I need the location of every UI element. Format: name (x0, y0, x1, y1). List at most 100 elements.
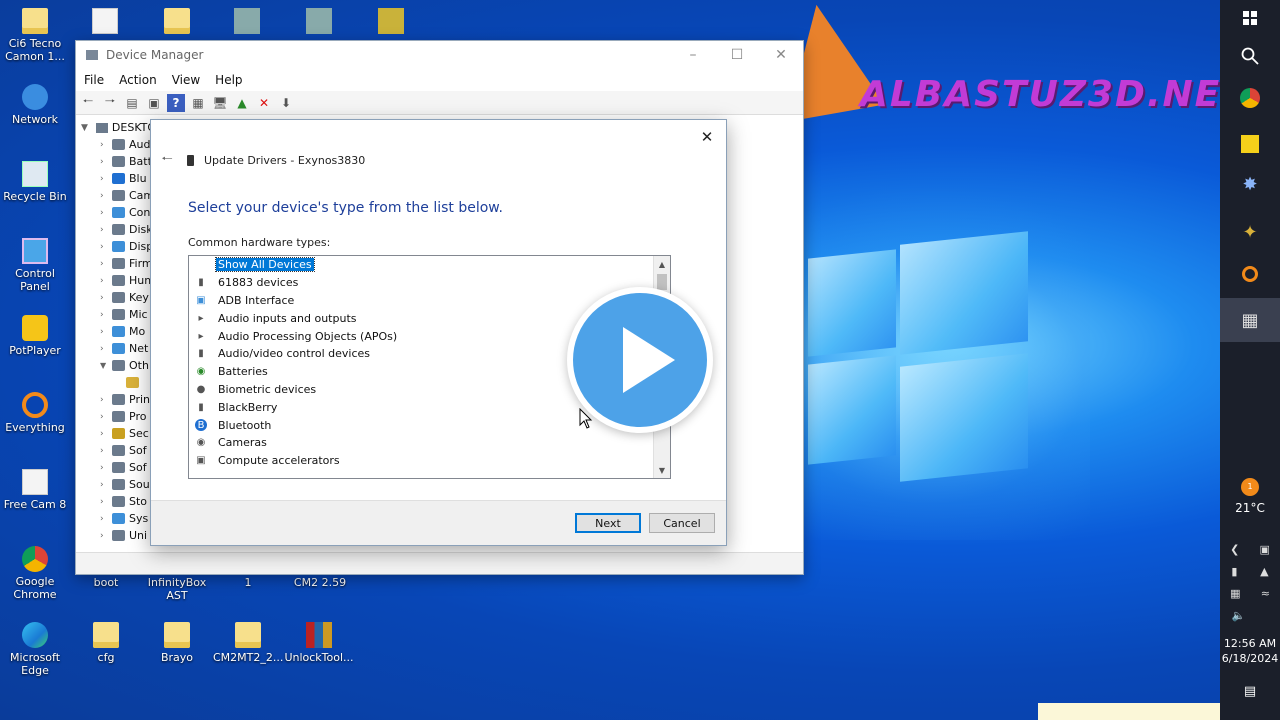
desktop-icon-everything[interactable]: Everything (0, 392, 70, 434)
start-windows-icon[interactable] (1220, 0, 1280, 36)
minimize-button[interactable]: – (671, 41, 715, 69)
list-item-show-all[interactable]: Show All Devices (189, 256, 670, 274)
network-tool-icon[interactable]: ✸ (1220, 166, 1280, 202)
desktop-icon-recycle-bin[interactable]: Recycle Bin (0, 161, 70, 203)
tree-item[interactable]: › Key (76, 289, 156, 306)
weather-widget[interactable]: 1 21°C (1220, 478, 1280, 515)
tree-root[interactable]: ▼ DESKTO (81, 121, 156, 134)
desktop-icon-boot[interactable]: boot (71, 576, 141, 589)
tree-item[interactable]: › Sto (76, 493, 156, 510)
next-button[interactable]: Next (575, 513, 641, 533)
tree-item[interactable]: › Disp (76, 238, 156, 255)
chrome-taskbar-icon[interactable] (1220, 80, 1280, 116)
desktop-icon-top-4[interactable] (212, 8, 282, 37)
scroll-down-icon[interactable]: ▼ (654, 462, 670, 478)
desktop-icon-top-6[interactable] (356, 8, 426, 37)
notification-center-icon[interactable]: ▤ (1220, 684, 1280, 699)
tree-item[interactable]: › Cam (76, 187, 156, 204)
cancel-button[interactable]: Cancel (649, 513, 715, 533)
chevron-left-icon[interactable]: ❮ (1230, 543, 1239, 556)
details-icon[interactable]: ▦ (189, 94, 207, 112)
tray-network-icon[interactable]: ▦ (1230, 587, 1240, 600)
forward-arrow-icon[interactable]: 🠒 (101, 94, 119, 112)
tree-item[interactable]: › Sou (76, 476, 156, 493)
tree-item[interactable]: › Prin (76, 391, 156, 408)
free-cam-icon (22, 469, 48, 495)
tree-item[interactable]: › Sof (76, 459, 156, 476)
menu-view[interactable]: View (172, 73, 200, 87)
app-icon (306, 8, 332, 34)
scroll-thumb[interactable] (657, 274, 667, 290)
close-button[interactable]: ✕ (759, 41, 803, 69)
menu-help[interactable]: Help (215, 73, 242, 87)
desktop-icon-top-5[interactable] (284, 8, 354, 37)
desktop-icon-top-3[interactable] (142, 8, 212, 37)
list-item[interactable]: ◉ Cameras (189, 434, 670, 452)
menu-bar: File Action View Help (76, 69, 803, 91)
tree-item[interactable]: › Blu (76, 170, 156, 187)
tree-item-unknown-device[interactable] (76, 374, 156, 391)
scroll-up-icon[interactable]: ▲ (654, 256, 670, 272)
tree-item[interactable]: › Firm (76, 255, 156, 272)
desktop-icon-tecno[interactable]: Ci6 Tecno Camon 1... (0, 8, 70, 63)
desktop-icon-brayo[interactable]: Brayo (142, 622, 212, 664)
desktop-icon-cm2mt2[interactable]: CM2MT2_2... (213, 622, 283, 664)
sticky-notes-icon[interactable] (1220, 126, 1280, 162)
tool-app-icon[interactable]: ✦ (1220, 214, 1280, 250)
tray-app-icon[interactable]: ▣ (1260, 543, 1270, 556)
menu-action[interactable]: Action (119, 73, 157, 87)
tree-item[interactable]: › Con (76, 204, 156, 221)
desktop-icon-unlocktool[interactable]: UnlockTool... (284, 622, 354, 664)
microphone-icon[interactable]: ▲ (1260, 565, 1268, 578)
tree-item[interactable]: › Batt (76, 153, 156, 170)
tree-item[interactable]: › Pro (76, 408, 156, 425)
desktop-icon-edge[interactable]: Microsoft Edge (0, 622, 70, 677)
download-icon[interactable]: ⬇ (277, 94, 295, 112)
tree-item[interactable]: ▼ Oth (76, 357, 156, 374)
tree-item[interactable]: › Uni (76, 527, 156, 544)
desktop-icon-potplayer[interactable]: PotPlayer (0, 315, 70, 357)
app-icon (378, 8, 404, 34)
desktop-icon-cfg[interactable]: cfg (71, 622, 141, 664)
desktop-icon-1[interactable]: 1 (213, 576, 283, 589)
tree-item[interactable]: › Sec (76, 425, 156, 442)
tree-item[interactable]: › Mic (76, 306, 156, 323)
volume-icon[interactable]: 🔈 (1232, 609, 1246, 622)
tree-item[interactable]: › Net (76, 340, 156, 357)
help-icon[interactable]: ? (167, 93, 185, 112)
search-icon[interactable] (1220, 38, 1280, 74)
uninstall-x-icon[interactable]: ✕ (255, 94, 273, 112)
update-driver-icon[interactable]: ▲ (233, 94, 251, 112)
tree-item[interactable]: › Mo (76, 323, 156, 340)
maximize-button[interactable]: ☐ (715, 41, 759, 69)
tree-item[interactable]: › Aud (76, 136, 156, 153)
desktop-icon-network[interactable]: Network (0, 84, 70, 126)
adb-monitor-icon: ▣ (196, 294, 206, 306)
window-title: Device Manager (106, 48, 204, 62)
tree-item[interactable]: › Hum (76, 272, 156, 289)
desktop-icon-cm2[interactable]: CM2 2.59 (285, 576, 355, 589)
desktop-icon-chrome[interactable]: Google Chrome (0, 546, 70, 601)
list-item[interactable]: ▣ Compute accelerators (189, 452, 670, 470)
active-app-icon[interactable]: ▦ (1220, 298, 1280, 342)
clock[interactable]: 12:56 AM 6/18/2024 (1220, 636, 1280, 666)
list-item[interactable]: ▮ 61883 devices (189, 274, 670, 292)
desktop-icon-control-panel[interactable]: Control Panel (0, 238, 70, 293)
desktop-icon-free-cam[interactable]: Free Cam 8 (0, 469, 70, 511)
tree-view-icon[interactable]: ▤ (123, 94, 141, 112)
everything-search-icon (22, 392, 48, 418)
wifi-icon[interactable]: ≈ (1261, 587, 1270, 600)
desktop-icon-top-2[interactable] (70, 8, 140, 37)
dialog-close-button[interactable]: ✕ (696, 126, 718, 148)
tree-item[interactable]: › Disk (76, 221, 156, 238)
monitor-icon[interactable]: 🖥 (211, 94, 229, 112)
tree-item[interactable]: › Sys (76, 510, 156, 527)
tray-device-icon[interactable]: ▮ (1231, 565, 1237, 578)
back-arrow-icon[interactable]: 🠐 (79, 94, 97, 112)
tree-item[interactable]: › Sof (76, 442, 156, 459)
back-arrow-button[interactable]: 🠐 (157, 152, 177, 170)
everything-taskbar-icon[interactable] (1220, 256, 1280, 292)
properties-icon[interactable]: ▣ (145, 94, 163, 112)
menu-file[interactable]: File (84, 73, 104, 87)
desktop-icon-infinitybox[interactable]: InfinityBox AST (142, 576, 212, 602)
